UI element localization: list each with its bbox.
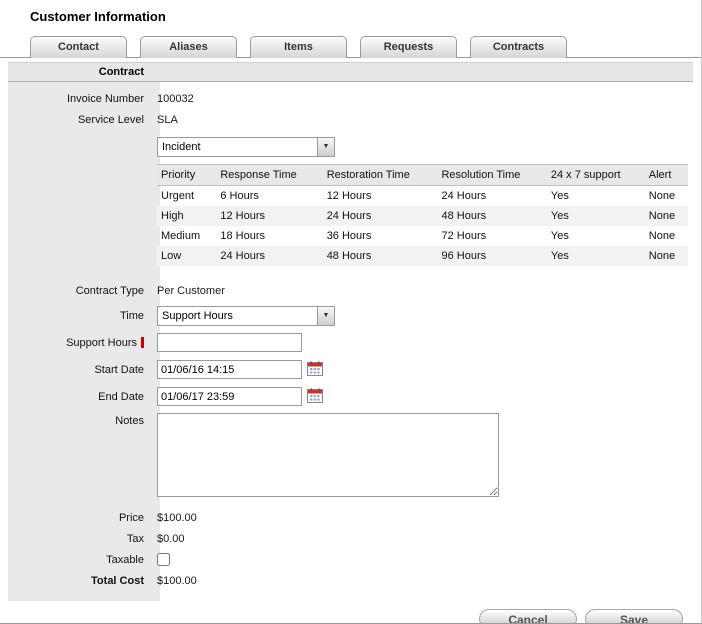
sla-table-cell: Yes — [547, 206, 645, 226]
taxable-checkbox[interactable] — [157, 553, 170, 566]
start-date-row: Start Date — [8, 359, 693, 380]
sla-table-cell: Yes — [547, 186, 645, 207]
contract-type-row: Contract Type Per Customer — [8, 280, 693, 301]
sla-table-cell: 48 Hours — [323, 246, 438, 266]
section-header: Contract — [8, 62, 693, 82]
service-level-row: Service Level SLA — [8, 109, 693, 130]
sla-table-row-item: High12 Hours24 Hours48 HoursYesNone — [157, 206, 688, 226]
titlebar: Customer Information — [0, 0, 701, 28]
process-select-value: Incident — [158, 141, 317, 153]
notes-label: Notes — [8, 413, 152, 427]
tab-aliases[interactable]: Aliases — [140, 36, 237, 58]
calendar-icon[interactable] — [307, 388, 323, 406]
sla-column-header: Alert — [645, 165, 688, 186]
sla-table-row-item: Medium18 Hours36 Hours72 HoursYesNone — [157, 226, 688, 246]
price-value: $100.00 — [152, 512, 197, 524]
start-date-label: Start Date — [8, 364, 152, 376]
tab-bar: Contact Aliases Items Requests Contracts — [0, 36, 701, 58]
footer-actions: Cancel Save — [0, 601, 701, 624]
save-button[interactable]: Save — [585, 609, 683, 624]
service-level-value: SLA — [152, 114, 178, 126]
sla-table-cell: 36 Hours — [323, 226, 438, 246]
sla-table-cell: 24 Hours — [437, 186, 546, 207]
sla-table-cell: Medium — [157, 226, 216, 246]
sla-table-cell: 24 Hours — [323, 206, 438, 226]
tax-label: Tax — [8, 533, 152, 545]
sla-table-row-item: Urgent6 Hours12 Hours24 HoursYesNone — [157, 186, 688, 207]
contract-type-label: Contract Type — [8, 285, 152, 297]
sla-column-header: 24 x 7 support — [547, 165, 645, 186]
chevron-down-icon: ▼ — [317, 307, 334, 325]
sla-table-cell: Low — [157, 246, 216, 266]
sla-table-cell: 12 Hours — [323, 186, 438, 207]
calendar-icon[interactable] — [307, 361, 323, 379]
contract-form: Contract Invoice Number 100032 Service L… — [8, 62, 693, 601]
sla-table-cell: None — [645, 226, 688, 246]
cancel-button[interactable]: Cancel — [479, 609, 577, 624]
page-title: Customer Information — [30, 9, 701, 24]
price-label: Price — [8, 512, 152, 524]
sla-header-row: PriorityResponse TimeRestoration TimeRes… — [157, 165, 688, 186]
sla-table-row-item: Low24 Hours48 Hours96 HoursYesNone — [157, 246, 688, 266]
process-select[interactable]: Incident ▼ — [157, 137, 335, 157]
invoice-number-row: Invoice Number 100032 — [8, 88, 693, 109]
process-row: Incident ▼ — [8, 136, 693, 157]
sla-table-cell: Urgent — [157, 186, 216, 207]
sla-table-cell: 6 Hours — [216, 186, 322, 207]
sla-table-cell: None — [645, 206, 688, 226]
sla-column-header: Response Time — [216, 165, 322, 186]
time-select-value: Support Hours — [158, 310, 317, 322]
tab-items[interactable]: Items — [250, 36, 347, 58]
time-label: Time — [8, 310, 152, 322]
total-cost-label: Total Cost — [8, 575, 152, 587]
tax-value: $0.00 — [152, 533, 185, 545]
taxable-label: Taxable — [8, 554, 152, 566]
sla-table-cell: Yes — [547, 246, 645, 266]
time-row: Time Support Hours ▼ — [8, 305, 693, 326]
sla-table-cell: High — [157, 206, 216, 226]
notes-row: Notes — [8, 413, 693, 497]
required-indicator — [141, 337, 144, 348]
support-hours-label: Support Hours — [8, 337, 152, 349]
tab-contact[interactable]: Contact — [30, 36, 127, 58]
sla-column-header: Restoration Time — [323, 165, 438, 186]
chevron-down-icon: ▼ — [317, 138, 334, 156]
end-date-input[interactable] — [157, 387, 302, 406]
invoice-number-value: 100032 — [152, 93, 194, 105]
section-title: Contract — [8, 66, 152, 78]
end-date-row: End Date — [8, 386, 693, 407]
start-date-input[interactable] — [157, 360, 302, 379]
total-cost-value: $100.00 — [152, 575, 197, 587]
sla-table: PriorityResponse TimeRestoration TimeRes… — [157, 164, 688, 266]
contract-type-value: Per Customer — [152, 285, 225, 297]
invoice-number-label: Invoice Number — [8, 93, 152, 105]
service-level-label: Service Level — [8, 114, 152, 126]
sla-column-header: Resolution Time — [437, 165, 546, 186]
sla-table-cell: 18 Hours — [216, 226, 322, 246]
sla-table-cell: 96 Hours — [437, 246, 546, 266]
sla-table-cell: None — [645, 186, 688, 207]
time-select[interactable]: Support Hours ▼ — [157, 306, 335, 326]
support-hours-input[interactable] — [157, 333, 302, 352]
customer-information-page: Customer Information Contact Aliases Ite… — [0, 0, 702, 624]
sla-table-row: PriorityResponse TimeRestoration TimeRes… — [8, 157, 693, 270]
sla-column-header: Priority — [157, 165, 216, 186]
total-cost-row: Total Cost $100.00 — [8, 570, 693, 591]
tab-requests[interactable]: Requests — [360, 36, 457, 58]
tax-row: Tax $0.00 — [8, 528, 693, 549]
taxable-row: Taxable — [8, 549, 693, 570]
sla-table-cell: 12 Hours — [216, 206, 322, 226]
price-row: Price $100.00 — [8, 507, 693, 528]
tab-contracts[interactable]: Contracts — [470, 36, 567, 58]
sla-table-cell: Yes — [547, 226, 645, 246]
sla-table-cell: 48 Hours — [437, 206, 546, 226]
sla-table-cell: 24 Hours — [216, 246, 322, 266]
notes-textarea[interactable] — [157, 413, 499, 497]
end-date-label: End Date — [8, 391, 152, 403]
sla-table-cell: 72 Hours — [437, 226, 546, 246]
support-hours-row: Support Hours — [8, 332, 693, 353]
sla-table-cell: None — [645, 246, 688, 266]
